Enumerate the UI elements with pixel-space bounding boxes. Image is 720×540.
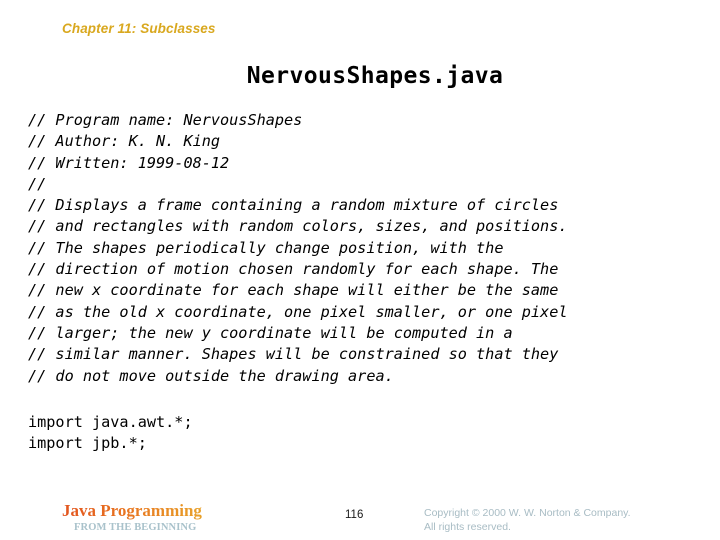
brand-logo: Java Programming FROM THE BEGINNING xyxy=(62,502,292,534)
code-line: // as the old x coordinate, one pixel sm… xyxy=(28,302,568,321)
code-line: // and rectangles with random colors, si… xyxy=(28,217,568,236)
page-title: NervousShapes.java xyxy=(246,63,504,89)
code-line: // new x coordinate for each shape will … xyxy=(28,281,559,300)
code-comment-block: // Program name: NervousShapes // Author… xyxy=(28,110,708,387)
page-number: 116 xyxy=(345,509,364,521)
code-line: // Written: 1999-08-12 xyxy=(28,153,230,172)
code-line: // Displays a frame containing a random … xyxy=(28,196,559,215)
code-line: // xyxy=(28,174,47,193)
chapter-header: Chapter 11: Subclasses xyxy=(62,21,216,36)
code-line: // Program name: NervousShapes xyxy=(28,111,303,129)
code-line: import jpb.*; xyxy=(28,434,147,453)
code-import-block: import java.awt.*; import jpb.*; xyxy=(28,412,428,455)
code-line: // larger; the new y coordinate will be … xyxy=(28,323,513,342)
slide-canvas: Chapter 11: Subclasses NervousShapes.jav… xyxy=(0,0,720,540)
brand-subtitle: FROM THE BEGINNING xyxy=(74,522,197,533)
code-line: // similar manner. Shapes will be constr… xyxy=(28,345,559,364)
code-line: import java.awt.*; xyxy=(28,413,193,431)
copyright-notice: Copyright © 2000 W. W. Norton & Company.… xyxy=(424,507,704,534)
copyright-line-2: All rights reserved. xyxy=(424,520,511,533)
brand-title: Java Programming xyxy=(62,502,292,520)
code-line: // The shapes periodically change positi… xyxy=(28,238,504,257)
code-line: // Author: K. N. King xyxy=(28,132,221,151)
code-line: // direction of motion chosen randomly f… xyxy=(28,260,559,279)
code-line: // do not move outside the drawing area. xyxy=(28,366,394,385)
slide-footer: Java Programming FROM THE BEGINNING 116 … xyxy=(0,498,720,540)
copyright-line-1: Copyright © 2000 W. W. Norton & Company. xyxy=(424,507,631,519)
